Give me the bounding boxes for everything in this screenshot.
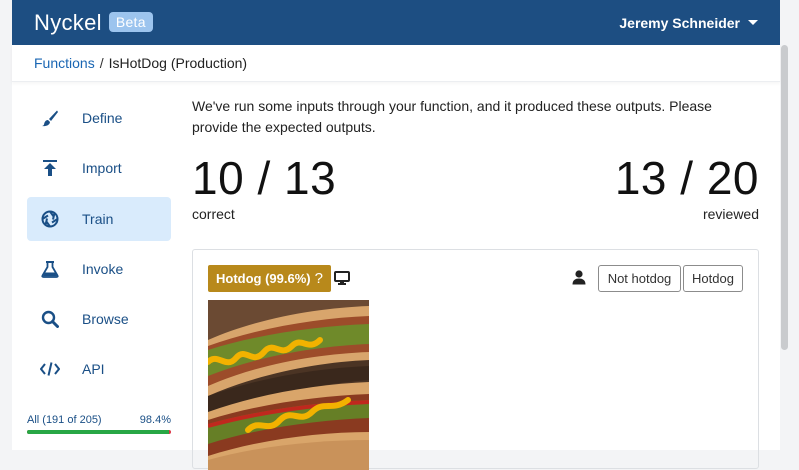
hotdog-button[interactable]: Hotdog	[683, 265, 743, 292]
main-content: We've run some inputs through your funct…	[192, 96, 759, 237]
aperture-icon	[40, 209, 60, 229]
overall-progress: All (191 of 205) 98.4%	[27, 414, 171, 434]
brand-logo[interactable]: Nyckel Beta	[34, 10, 153, 36]
progress-bar	[27, 430, 171, 434]
flask-icon	[40, 259, 60, 279]
sidebar-item-label: Import	[82, 160, 122, 177]
search-icon	[40, 309, 60, 329]
user-menu[interactable]: Jeremy Schneider	[619, 15, 758, 31]
sidebar-item-train[interactable]: Train	[27, 196, 171, 241]
correct-label: correct	[192, 206, 235, 222]
correct-stat: 10 / 13 correct	[192, 153, 336, 222]
breadcrumb-separator: /	[99, 55, 104, 71]
caret-down-icon	[748, 20, 758, 25]
user-name: Jeremy Schneider	[619, 14, 740, 31]
monitor-icon	[334, 270, 350, 291]
top-navbar: Nyckel Beta Jeremy Schneider	[12, 0, 780, 45]
sidebar-item-define[interactable]: Define	[27, 96, 171, 140]
sidebar-item-label: Define	[82, 110, 123, 126]
sidebar-item-label: Train	[82, 210, 114, 227]
reviewed-value: 13 / 20	[614, 152, 759, 204]
sidebar-item-import[interactable]: Import	[27, 146, 171, 190]
reviewed-label: reviewed	[702, 206, 759, 222]
sidebar-item-invoke[interactable]: Invoke	[27, 247, 171, 291]
breadcrumb-current: IsHotDog (Production)	[108, 55, 248, 71]
breadcrumb: Functions / IsHotDog (Production)	[12, 45, 780, 82]
sidebar-item-label: Browse	[82, 311, 129, 328]
reviewed-stat: 13 / 20 reviewed	[615, 153, 759, 222]
intro-text: We've run some inputs through your funct…	[192, 98, 712, 135]
hotdog-photo	[208, 300, 369, 470]
sidebar-item-browse[interactable]: Browse	[27, 297, 171, 341]
sidebar-item-label: API	[82, 361, 105, 378]
sidebar-item-api[interactable]: API	[27, 347, 171, 391]
help-icon[interactable]: ?	[315, 270, 323, 287]
upload-icon	[40, 158, 60, 178]
sample-card: Hotdog (99.6%) ? Not hotdog Hotdog	[192, 249, 759, 470]
prediction-badge[interactable]: Hotdog (99.6%) ?	[208, 265, 331, 292]
brush-icon	[40, 108, 60, 128]
sidebar-item-label: Invoke	[82, 260, 124, 277]
stats-row: 10 / 13 correct 13 / 20 reviewed	[192, 153, 759, 237]
breadcrumb-functions-link[interactable]: Functions	[34, 55, 95, 71]
beta-badge: Beta	[108, 11, 153, 32]
progress-label: All (191 of 205)	[27, 414, 102, 426]
scrollbar[interactable]	[781, 45, 788, 350]
correct-value: 10 / 13	[192, 152, 337, 204]
not-hotdog-button[interactable]: Not hotdog	[598, 265, 681, 292]
brand-name: Nyckel	[34, 9, 102, 35]
sidebar: Define Import Train Invoke Browse API	[27, 96, 171, 398]
app-window: Nyckel Beta Jeremy Schneider Functions / …	[12, 0, 780, 470]
code-icon	[40, 359, 60, 379]
person-icon	[571, 269, 587, 290]
progress-bar-fill	[27, 430, 169, 434]
prediction-label: Hotdog (99.6%)	[216, 271, 311, 286]
progress-percent: 98.4%	[139, 414, 171, 426]
